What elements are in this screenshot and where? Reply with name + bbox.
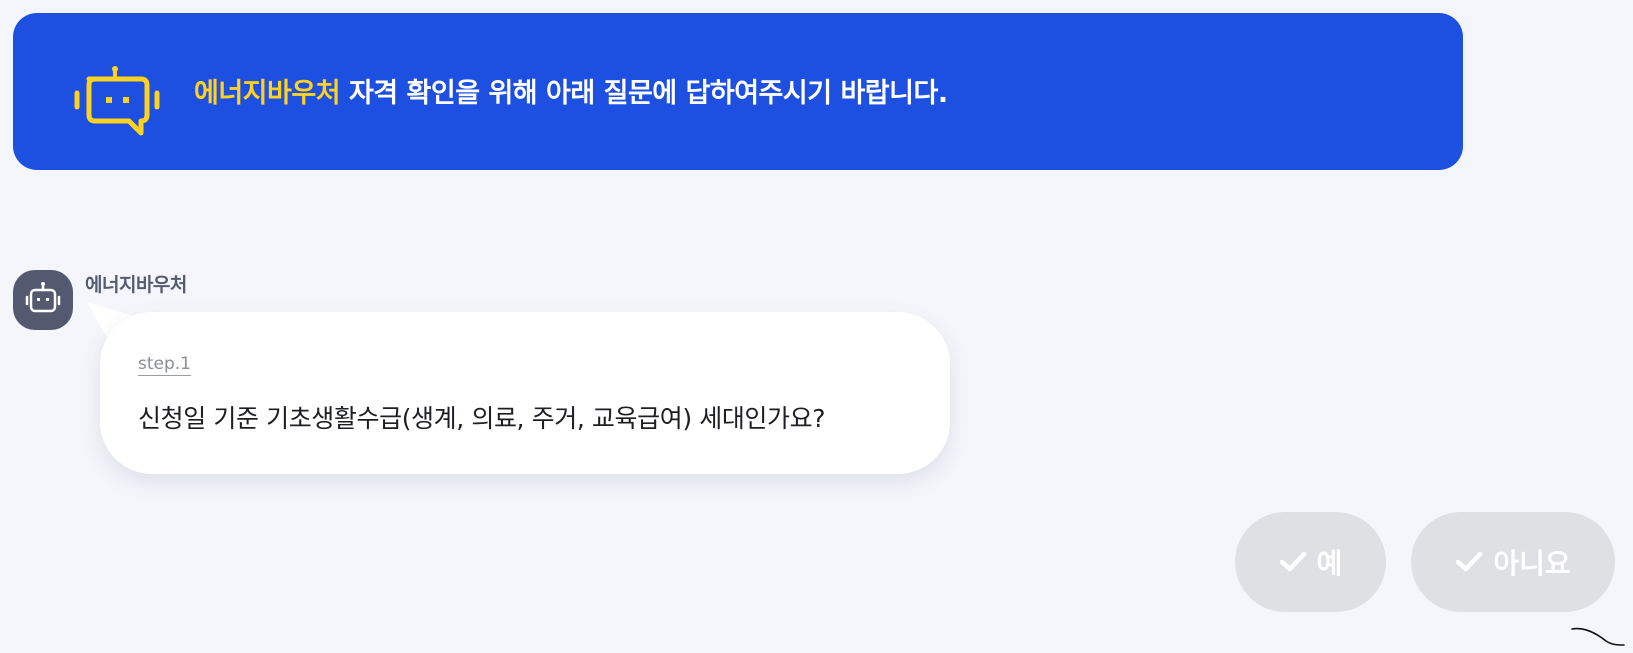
step-label: step.1 bbox=[138, 354, 191, 376]
no-label: 아니요 bbox=[1493, 547, 1571, 580]
header-banner: 에너지바우처 자격 확인을 위해 아래 질문에 답하여주시기 바랍니다. bbox=[13, 13, 1463, 170]
chat-message: step.1 신청일 기준 기초생활수급(생계, 의료, 주거, 교육급여) 세… bbox=[85, 300, 955, 476]
avatar bbox=[13, 270, 73, 330]
message-bubble: step.1 신청일 기준 기초생활수급(생계, 의료, 주거, 교육급여) 세… bbox=[100, 312, 950, 474]
banner-message: 자격 확인을 위해 아래 질문에 답하여주시기 바랍니다. bbox=[340, 78, 948, 109]
check-icon bbox=[1455, 551, 1483, 573]
yes-label: 예 bbox=[1316, 547, 1343, 580]
chatbot-icon bbox=[71, 63, 161, 143]
yes-button[interactable]: 예 bbox=[1235, 512, 1386, 612]
sender-name: 에너지바우처 bbox=[85, 274, 187, 296]
check-icon bbox=[1279, 551, 1307, 573]
banner-highlight: 에너지바우처 bbox=[194, 78, 341, 109]
pen-stroke bbox=[1571, 627, 1625, 646]
no-button[interactable]: 아니요 bbox=[1411, 512, 1615, 612]
question-text: 신청일 기준 기초생활수급(생계, 의료, 주거, 교육급여) 세대인가요? bbox=[138, 404, 826, 433]
banner-title: 에너지바우처 자격 확인을 위해 아래 질문에 답하여주시기 바랍니다. bbox=[194, 71, 948, 110]
